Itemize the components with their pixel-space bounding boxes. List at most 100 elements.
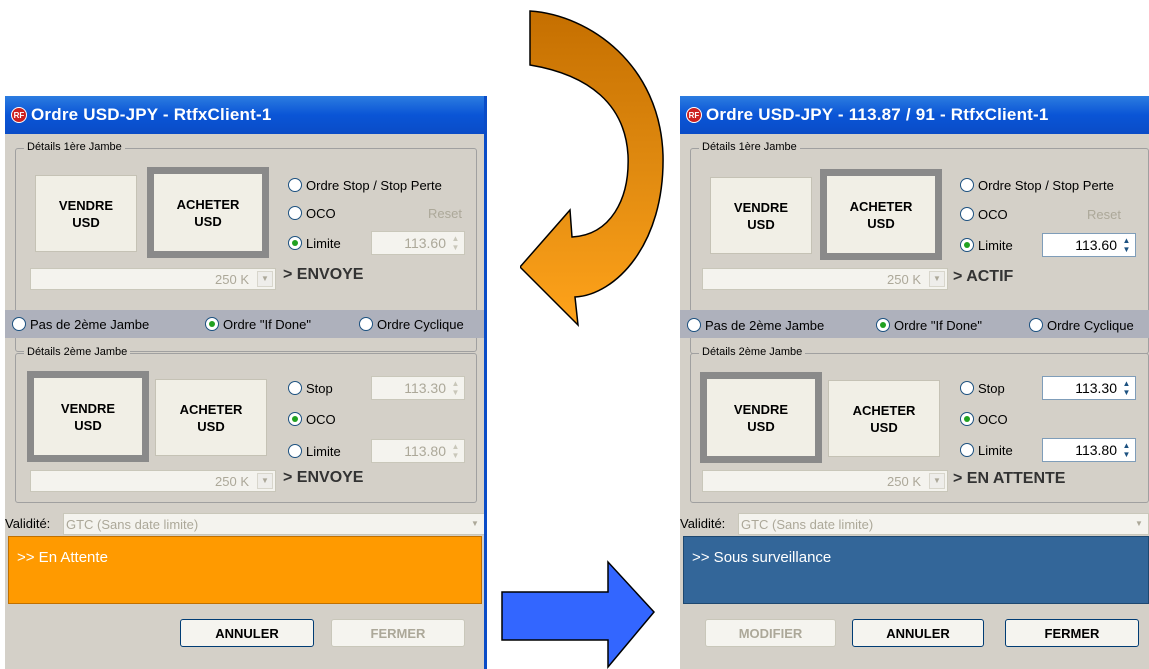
- leg2-legend: Détails 2ème Jambe: [699, 346, 806, 358]
- cancel-button[interactable]: ANNULER: [852, 619, 984, 647]
- radio-oco[interactable]: OCO: [288, 204, 336, 222]
- radio-icon: [960, 443, 974, 457]
- radio-limit[interactable]: Limite: [288, 234, 341, 252]
- radio-no-leg2[interactable]: Pas de 2ème Jambe: [12, 315, 149, 333]
- radio-icon: [288, 236, 302, 250]
- radio-stop[interactable]: Stop: [288, 379, 333, 397]
- radio-icon: [288, 381, 302, 395]
- amount-select[interactable]: 250 K ▼: [30, 268, 276, 290]
- radio-stop[interactable]: Stop: [960, 379, 1005, 397]
- leg1-legend: Détails 1ère Jambe: [24, 141, 125, 153]
- spinner-arrows-icon: ▲ ▼: [451, 379, 460, 397]
- status-message: >> En Attente: [17, 549, 108, 566]
- app-icon: RF: [11, 107, 27, 123]
- leg1-status: > ACTIF: [953, 268, 1014, 285]
- order-window-right: RF Ordre USD-JPY - 113.87 / 91 - RtfxCli…: [680, 96, 1149, 669]
- order-window-left: RF Ordre USD-JPY - RtfxClient-1 Détails …: [5, 96, 487, 669]
- window-border: [484, 96, 487, 669]
- radio-stop-loss[interactable]: Ordre Stop / Stop Perte: [288, 176, 442, 194]
- right-arrow-icon: [501, 560, 655, 669]
- spinner-arrows-icon: ▲ ▼: [1122, 379, 1131, 397]
- radio-limit[interactable]: Limite: [960, 236, 1013, 254]
- amount-select[interactable]: 250 K ▼: [702, 268, 948, 290]
- radio-icon: [960, 178, 974, 192]
- chevron-down-icon: ▼: [471, 519, 479, 528]
- validity-select[interactable]: GTC (Sans date limite) ▼: [738, 513, 1149, 535]
- buy-usd-button[interactable]: ACHETER USD: [820, 169, 942, 260]
- radio-icon: [359, 317, 373, 331]
- spinner-arrows-icon: ▲ ▼: [1122, 441, 1131, 459]
- radio-icon: [288, 412, 302, 426]
- radio-icon: [288, 444, 302, 458]
- buy-usd-button[interactable]: ACHETER USD: [155, 379, 267, 456]
- leg2-status: > EN ATTENTE: [953, 470, 1066, 487]
- validity-label: Validité:: [5, 516, 51, 531]
- radio-cyclic[interactable]: Ordre Cyclique: [1029, 316, 1134, 334]
- radio-icon: [288, 206, 302, 220]
- stop-price-spinner[interactable]: 113.30 ▲ ▼: [371, 376, 465, 400]
- radio-icon: [1029, 318, 1043, 332]
- radio-no-leg2[interactable]: Pas de 2ème Jambe: [687, 316, 824, 334]
- validity-select[interactable]: GTC (Sans date limite) ▼: [63, 513, 485, 535]
- radio-stop-loss[interactable]: Ordre Stop / Stop Perte: [960, 176, 1114, 194]
- limit-price-spinner[interactable]: 113.80 ▲ ▼: [371, 439, 465, 463]
- buy-usd-button[interactable]: ACHETER USD: [147, 167, 269, 258]
- status-message-box: >> Sous surveillance: [683, 536, 1149, 604]
- radio-if-done[interactable]: Ordre "If Done": [205, 315, 311, 333]
- radio-icon: [960, 412, 974, 426]
- reset-link[interactable]: Reset: [428, 206, 462, 221]
- cancel-button[interactable]: ANNULER: [180, 619, 314, 647]
- radio-if-done[interactable]: Ordre "If Done": [876, 316, 982, 334]
- radio-icon: [12, 317, 26, 331]
- radio-icon: [288, 178, 302, 192]
- close-button[interactable]: FERMER: [1005, 619, 1139, 647]
- modify-button[interactable]: MODIFIER: [705, 619, 836, 647]
- limit-price-spinner[interactable]: 113.60 ▲ ▼: [1042, 233, 1136, 257]
- sell-usd-button[interactable]: VENDRE USD: [35, 175, 137, 252]
- status-message-box: >> En Attente: [8, 536, 482, 604]
- limit-price-spinner[interactable]: 113.60 ▲ ▼: [371, 231, 465, 255]
- chevron-down-icon: ▼: [257, 473, 273, 489]
- amount-select[interactable]: 250 K ▼: [702, 470, 948, 492]
- chevron-down-icon: ▼: [257, 271, 273, 287]
- radio-cyclic[interactable]: Ordre Cyclique: [359, 315, 464, 333]
- leg2-status: > ENVOYE: [283, 469, 364, 486]
- radio-limit[interactable]: Limite: [288, 442, 341, 460]
- buy-usd-button[interactable]: ACHETER USD: [828, 380, 940, 457]
- stop-price-spinner[interactable]: 113.30 ▲ ▼: [1042, 376, 1136, 400]
- radio-icon: [960, 238, 974, 252]
- radio-oco[interactable]: OCO: [960, 410, 1008, 428]
- spinner-arrows-icon: ▲ ▼: [451, 234, 460, 252]
- validity-label: Validité:: [680, 516, 726, 531]
- amount-select[interactable]: 250 K ▼: [30, 470, 276, 492]
- window-title: Ordre USD-JPY - RtfxClient-1: [31, 105, 272, 124]
- leg1-legend: Détails 1ère Jambe: [699, 141, 800, 153]
- radio-limit[interactable]: Limite: [960, 441, 1013, 459]
- title-bar[interactable]: RF Ordre USD-JPY - 113.87 / 91 - RtfxCli…: [680, 96, 1149, 134]
- spinner-arrows-icon: ▲ ▼: [1122, 236, 1131, 254]
- sell-usd-button[interactable]: VENDRE USD: [700, 372, 822, 463]
- radio-oco[interactable]: OCO: [288, 410, 336, 428]
- spinner-arrows-icon: ▲ ▼: [451, 442, 460, 460]
- radio-icon: [687, 318, 701, 332]
- validity-row: Validité: GTC (Sans date limite) ▼: [5, 513, 487, 535]
- title-bar[interactable]: RF Ordre USD-JPY - RtfxClient-1: [5, 96, 487, 134]
- chevron-down-icon: ▼: [929, 271, 945, 287]
- radio-oco[interactable]: OCO: [960, 205, 1008, 223]
- radio-icon: [876, 318, 890, 332]
- window-title: Ordre USD-JPY - 113.87 / 91 - RtfxClient…: [706, 105, 1049, 124]
- leg2-legend: Détails 2ème Jambe: [24, 346, 131, 358]
- close-button[interactable]: FERMER: [331, 619, 465, 647]
- radio-icon: [205, 317, 219, 331]
- radio-icon: [960, 381, 974, 395]
- sell-usd-button[interactable]: VENDRE USD: [710, 177, 812, 254]
- leg1-status: > ENVOYE: [283, 266, 364, 283]
- limit-price-spinner[interactable]: 113.80 ▲ ▼: [1042, 438, 1136, 462]
- app-icon: RF: [686, 107, 702, 123]
- sell-usd-button[interactable]: VENDRE USD: [27, 371, 149, 462]
- reset-link[interactable]: Reset: [1087, 207, 1121, 222]
- chevron-down-icon: ▼: [929, 473, 945, 489]
- status-message: >> Sous surveillance: [692, 549, 832, 566]
- validity-row: Validité: GTC (Sans date limite) ▼: [680, 513, 1149, 535]
- radio-icon: [960, 207, 974, 221]
